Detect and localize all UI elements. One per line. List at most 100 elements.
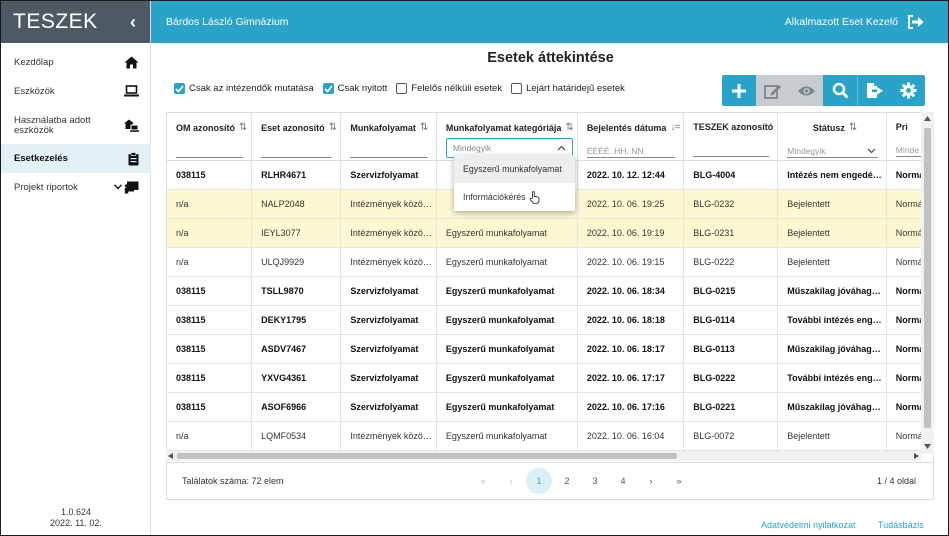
checkbox-unchecked[interactable] — [396, 83, 408, 94]
page-4-button[interactable]: 4 — [610, 468, 636, 494]
filter-bar: Csak az intézendők mutatása Csak nyitott… — [174, 83, 634, 94]
column-teszek-azonosito[interactable]: TESZEK azonosító — [683, 113, 779, 161]
table-cell: Egyszerű munkafolyamat — [436, 421, 578, 451]
column-eset-azonosito[interactable]: Eset azonosító ⇅ — [251, 113, 342, 161]
table-cell: 2022. 10. 12. 12:44 — [577, 160, 685, 190]
search-icon — [832, 82, 849, 99]
page-info: 1 / 4 oldal — [876, 476, 916, 486]
app-logo-text: TESZEK — [13, 10, 98, 33]
first-page-button[interactable]: « — [470, 468, 496, 494]
filter-only-open[interactable]: Csak nyitott — [322, 83, 388, 94]
table-row[interactable]: n/a LQMF0534 Intézmények közö… Egyszerű mun… — [167, 421, 933, 451]
sort-icon[interactable]: ⇅ — [239, 122, 247, 133]
version-date: 2022. 11. 02. — [50, 518, 102, 528]
date-filter-input[interactable]: ÉÉÉÉ. HH. NN. — [586, 144, 676, 158]
sort-desc-icon[interactable]: ↓= — [670, 122, 680, 133]
table-cell: Műszakilag jóváhag… — [777, 392, 887, 422]
check-icon — [324, 84, 333, 93]
dropdown-option-informaciokeres[interactable]: Információkérés — [454, 183, 575, 211]
filter-label: Csak nyitott — [337, 83, 388, 94]
sidebar-item-label: Projekt riportok — [14, 181, 78, 193]
collapse-sidebar-button[interactable]: ‹ — [130, 12, 136, 33]
export-button[interactable] — [857, 75, 891, 106]
sort-icon[interactable]: ⇅ — [420, 122, 428, 133]
search-button[interactable] — [823, 75, 857, 106]
scroll-down-arrow-icon[interactable] — [924, 444, 931, 449]
view-button[interactable] — [789, 75, 824, 106]
column-munkafolyamat-kategoria[interactable]: Munkafolyamat kategóriája ⇅ Mindegyik — [436, 113, 578, 161]
add-button[interactable] — [722, 75, 756, 106]
filter-no-owner[interactable]: Felelős nélküli esetek — [396, 83, 502, 94]
table-cell: TSLL9870 — [251, 276, 342, 306]
table-cell: IEYL3077 — [251, 218, 342, 248]
checkbox-checked[interactable] — [322, 83, 334, 94]
table-row[interactable]: 038115 YXVG4361 Szervizfolyamat Egyszerű mu… — [167, 363, 933, 393]
page-2-button[interactable]: 2 — [554, 468, 580, 494]
column-bejelentes-datuma[interactable]: Bejelentés dátuma ↓= ÉÉÉÉ. HH. NN. — [577, 113, 685, 161]
house-laptop-icon — [124, 119, 139, 132]
next-page-button[interactable]: › — [638, 468, 664, 494]
select-value: Mindegyik — [452, 143, 492, 153]
version-info: 1.0.624 2022. 11. 02. — [1, 507, 151, 529]
chevron-up-icon — [557, 145, 566, 151]
filter-only-actionable[interactable]: Csak az intézendők mutatása — [174, 83, 314, 94]
table-cell: 2022. 10. 06. 18:17 — [577, 334, 685, 364]
table-cell: Intézmények közö… — [340, 421, 437, 451]
sidebar-item-esetkezeles[interactable]: Esetkezelés — [1, 144, 151, 173]
table-row[interactable]: n/a IEYL3077 Intézmények közö… Egyszerű mun… — [167, 218, 933, 248]
page-1-button[interactable]: 1 — [526, 468, 552, 494]
status-filter-select[interactable]: Mindegyik — [787, 144, 878, 158]
table-cell: YXVG4361 — [251, 363, 342, 393]
page-3-button[interactable]: 3 — [582, 468, 608, 494]
export-icon — [866, 83, 883, 98]
settings-button[interactable] — [891, 75, 925, 106]
table-row[interactable]: 038115 ASOF6966 Szervizfolyamat Egyszerű mu… — [167, 392, 933, 422]
top-bar: Bárdos László Gimnázium Alkalmazott Eset… — [151, 1, 948, 43]
checkbox-unchecked[interactable] — [511, 83, 523, 94]
sort-icon[interactable]: ⇅ — [565, 122, 573, 133]
horizontal-scroll-thumb[interactable] — [177, 453, 677, 459]
table-row[interactable]: 038115 DEKY1795 Szervizfolyamat Egyszerű mu… — [167, 305, 933, 335]
select-value: Minde — [895, 144, 919, 155]
last-page-button[interactable]: » — [666, 468, 692, 494]
sidebar-item-eszkozok[interactable]: Eszközök — [1, 80, 151, 102]
prev-page-button[interactable]: ‹ — [498, 468, 524, 494]
scroll-up-arrow-icon[interactable] — [924, 116, 931, 121]
sidebar-item-hasznalatba-adott[interactable]: Használatba adott eszközök — [1, 112, 151, 139]
sort-icon[interactable]: ⇅ — [329, 122, 337, 133]
sort-icon[interactable]: ⇅ — [849, 122, 857, 133]
column-munkafolyamat[interactable]: Munkafolyamat ⇅ — [340, 113, 437, 161]
sidebar-item-kezdolap[interactable]: Kezdőlap — [1, 52, 151, 73]
filter-overdue[interactable]: Lejárt határidejű esetek — [511, 83, 625, 94]
table-cell: ASOF6966 — [251, 392, 342, 422]
table-cell: Bejelentett — [777, 247, 887, 277]
dropdown-option-egyszeru[interactable]: Egyszerű munkafolyamat — [454, 155, 575, 183]
user-role[interactable]: Alkalmazott Eset Kezelő — [785, 16, 898, 28]
sidebar-item-projekt-riportok[interactable]: Projekt riportok — [1, 176, 151, 198]
logout-icon[interactable] — [907, 15, 924, 29]
table-cell: Egyszerű munkafolyamat — [436, 218, 578, 248]
filter-input[interactable] — [693, 143, 770, 157]
column-label: Bejelentés dátuma — [586, 122, 667, 133]
knowledge-base-link[interactable]: Tudásbázis — [878, 520, 924, 530]
privacy-link[interactable]: Adatvédelmi nyilatkozat — [761, 520, 856, 530]
priority-filter-select[interactable]: Minde — [895, 143, 924, 157]
filter-input[interactable] — [261, 144, 333, 158]
edit-button[interactable] — [755, 75, 790, 106]
table-cell: Szervizfolyamat — [340, 276, 437, 306]
filter-input[interactable] — [176, 144, 244, 158]
table-row[interactable]: n/a ULQJ9929 Intézmények közö… Egyszerű mun… — [167, 247, 933, 277]
checkbox-checked[interactable] — [174, 83, 185, 94]
scroll-right-arrow-icon[interactable] — [914, 453, 919, 459]
table-row[interactable]: 038115 ASDV7467 Szervizfolyamat Egyszerű mu… — [167, 334, 933, 364]
table-cell: További intézés eng… — [777, 305, 887, 335]
table-cell: LQMF0534 — [251, 421, 342, 451]
table-cell: BLG-0231 — [683, 218, 779, 248]
column-statusz[interactable]: Státusz ⇅ Mindegyik — [777, 113, 887, 161]
filter-input[interactable] — [350, 144, 428, 158]
column-om-azonosito[interactable]: OM azonosító ⇅ — [167, 113, 253, 161]
table-row[interactable]: 038115 TSLL9870 Szervizfolyamat Egyszerű mu… — [167, 276, 933, 306]
vertical-scroll-thumb[interactable] — [924, 128, 931, 428]
scroll-left-arrow-icon[interactable] — [168, 453, 173, 459]
page-title: Esetek áttekintése — [487, 50, 614, 66]
